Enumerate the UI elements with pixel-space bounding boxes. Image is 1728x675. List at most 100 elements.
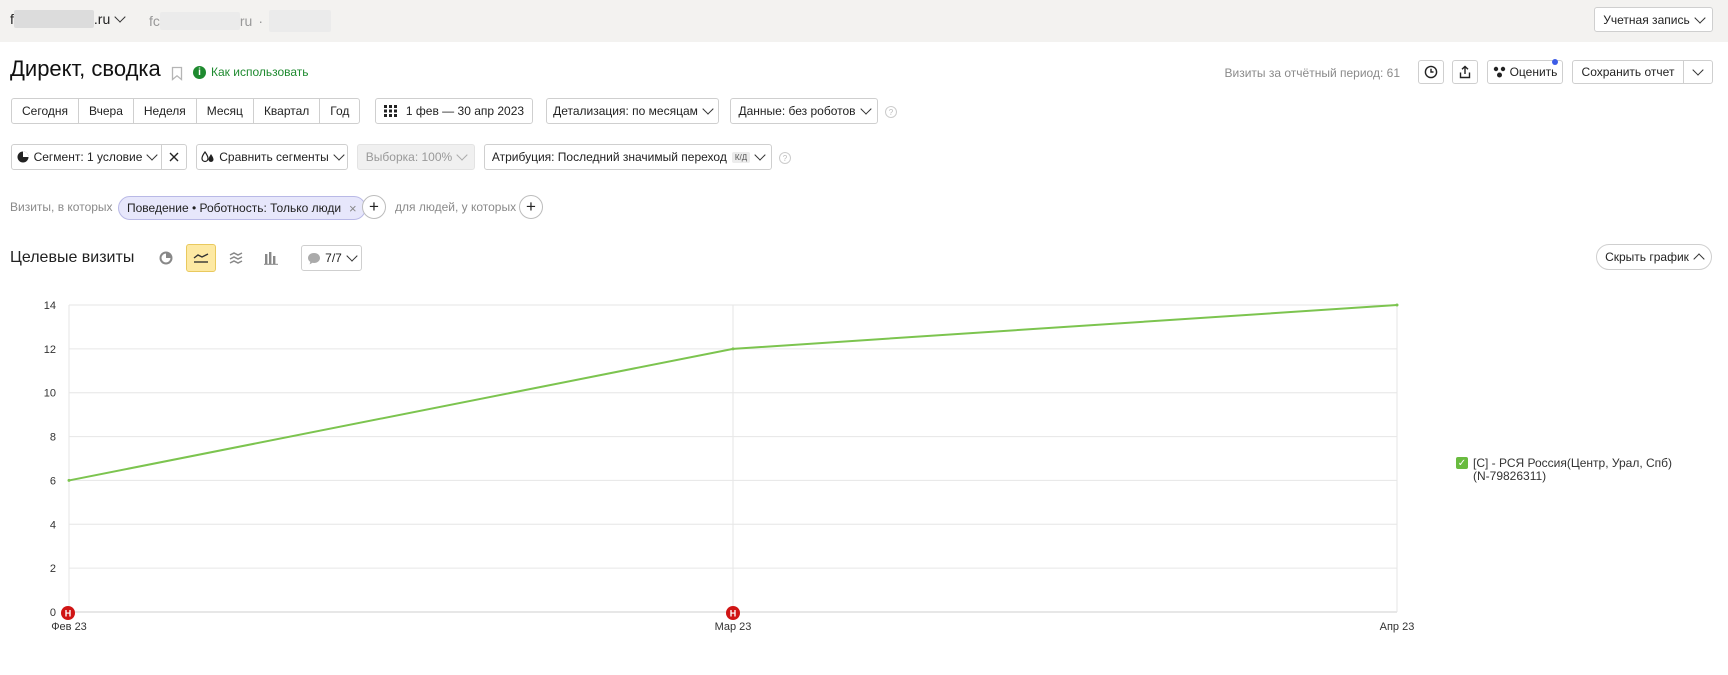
annotations-label: 7/7: [325, 251, 342, 265]
history-button[interactable]: [1418, 60, 1444, 84]
bar-chart-icon: [264, 252, 278, 265]
help-icon[interactable]: ?: [779, 152, 791, 164]
checkbox-checked-icon[interactable]: ✓: [1456, 457, 1468, 469]
info-icon: i: [193, 65, 206, 79]
attribution-badge: К/Д: [731, 151, 751, 163]
y-tick-label: 10: [44, 388, 56, 400]
howto-link[interactable]: i Как использовать: [193, 65, 309, 79]
chevron-down-icon: [1694, 11, 1706, 24]
hide-chart-label: Скрыть график: [1605, 250, 1689, 264]
chart-type-bar[interactable]: [256, 244, 286, 272]
comment-icon: [308, 252, 321, 264]
rate-icon: [1493, 66, 1505, 78]
chart-type-area[interactable]: [221, 244, 251, 272]
y-tick-label: 0: [50, 607, 56, 619]
sample-dropdown[interactable]: Выборка: 100%: [357, 144, 475, 170]
line-chart-icon: [193, 253, 209, 263]
period-month[interactable]: Месяц: [195, 98, 254, 124]
redacted-block: [159, 12, 240, 30]
legend-label: [С] - РСЯ Россия(Центр, Урал, Спб) (N-79…: [1473, 456, 1673, 483]
date-range-button[interactable]: 1 фев — 30 апр 2023: [375, 98, 533, 124]
x-tick-label: Апр 23: [1380, 621, 1415, 633]
export-button[interactable]: [1452, 60, 1478, 84]
bookmark-icon[interactable]: [171, 66, 183, 81]
people-filter-prefix: для людей, у которых: [395, 200, 517, 214]
pie-icon: [17, 151, 29, 163]
chevron-up-icon: [1693, 252, 1705, 265]
redacted-block: [269, 10, 332, 32]
notification-dot: [1552, 59, 1558, 65]
site-selector-secondary[interactable]: fc ru ·: [149, 10, 332, 32]
rate-button[interactable]: Оценить: [1487, 59, 1563, 84]
data-label: Данные: без роботов: [738, 104, 856, 118]
top-bar: f .ru fc ru · Учетная запись: [0, 0, 1728, 42]
drops-icon: [201, 151, 214, 163]
calendar-icon: [383, 105, 397, 117]
chart-type-line[interactable]: [186, 244, 216, 272]
data-point: [67, 478, 71, 482]
separator-dot: ·: [258, 13, 264, 29]
sample-label: Выборка: 100%: [365, 150, 453, 164]
x-tick-label: Фев 23: [51, 621, 87, 633]
legend-item[interactable]: ✓ [С] - РСЯ Россия(Центр, Урал, Спб) (N-…: [1456, 457, 1691, 483]
period-quarter[interactable]: Квартал: [252, 98, 321, 124]
clock-icon: [1424, 65, 1438, 79]
chevron-down-icon: [859, 103, 872, 115]
save-report-menu-button[interactable]: [1683, 60, 1713, 84]
date-range-label: 1 фев — 30 апр 2023: [405, 104, 525, 118]
howto-label: Как использовать: [211, 65, 309, 79]
chevron-down-icon: [333, 149, 345, 161]
line-chart: 02468101214 Фев 23 Мар 23 Апр 23 НН: [44, 300, 1415, 633]
save-report-button[interactable]: Сохранить отчет: [1572, 60, 1684, 84]
data-point: [731, 347, 735, 351]
add-people-condition-button[interactable]: +: [519, 195, 543, 219]
segment-clear-button[interactable]: [161, 144, 187, 170]
annotation-marker-label: Н: [730, 609, 737, 619]
y-axis: 0 2 4 6 8 10 12 14: [44, 300, 56, 619]
chevron-down-icon: [754, 149, 766, 161]
period-today[interactable]: Сегодня: [11, 98, 79, 124]
y-tick-label: 4: [50, 519, 56, 531]
chevron-down-icon: [346, 250, 358, 262]
attribution-dropdown[interactable]: Атрибуция: Последний значимый переход К/…: [484, 144, 772, 170]
hide-chart-button[interactable]: Скрыть график: [1596, 244, 1712, 270]
segment-dropdown[interactable]: Сегмент: 1 условие: [11, 144, 162, 170]
site-selector-primary[interactable]: f .ru: [10, 10, 126, 28]
site1-suffix: .ru: [93, 11, 111, 27]
chevron-down-icon: [702, 103, 714, 115]
close-icon[interactable]: ×: [349, 201, 357, 216]
y-tick-label: 14: [44, 300, 56, 312]
add-visit-condition-button[interactable]: +: [362, 195, 386, 219]
detail-dropdown[interactable]: Детализация: по месяцам: [546, 98, 719, 124]
annotation-marker-label: Н: [65, 609, 72, 619]
chevron-down-icon: [146, 149, 159, 161]
chevron-down-icon: [114, 11, 126, 23]
filter-chip[interactable]: Поведение • Роботность: Только люди ×: [118, 196, 366, 220]
help-icon[interactable]: ?: [885, 106, 897, 118]
save-report-label: Сохранить отчет: [1581, 65, 1675, 79]
chart-type-pie[interactable]: [151, 244, 181, 272]
y-tick-label: 8: [50, 432, 56, 444]
annotations-dropdown[interactable]: 7/7: [301, 245, 362, 271]
period-yesterday[interactable]: Вчера: [78, 98, 134, 124]
chevron-down-icon: [1692, 64, 1704, 76]
visits-filter-prefix: Визиты, в которых: [10, 200, 113, 214]
chart-markers: НН: [61, 606, 740, 620]
data-dropdown[interactable]: Данные: без роботов: [730, 98, 878, 124]
filter-chip-label: Поведение • Роботность: Только люди: [127, 201, 342, 215]
period-selector: Сегодня Вчера Неделя Месяц Квартал Год: [11, 98, 361, 124]
account-button[interactable]: Учетная запись: [1594, 7, 1713, 32]
visits-period-count: Визиты за отчётный период: 61: [1224, 66, 1400, 80]
data-point: [1395, 303, 1399, 307]
segment-label: Сегмент: 1 условие: [33, 150, 143, 164]
period-year[interactable]: Год: [319, 98, 361, 124]
compare-label: Сравнить сегменты: [219, 150, 329, 164]
compare-segments-dropdown[interactable]: Сравнить сегменты: [196, 144, 348, 170]
close-icon: [169, 152, 179, 162]
chart-grid: [68, 304, 1398, 613]
x-tick-label: Мар 23: [715, 621, 752, 633]
rate-label: Оценить: [1509, 65, 1558, 79]
period-week[interactable]: Неделя: [132, 98, 197, 124]
y-tick-label: 12: [44, 344, 56, 356]
account-label: Учетная запись: [1603, 12, 1690, 27]
